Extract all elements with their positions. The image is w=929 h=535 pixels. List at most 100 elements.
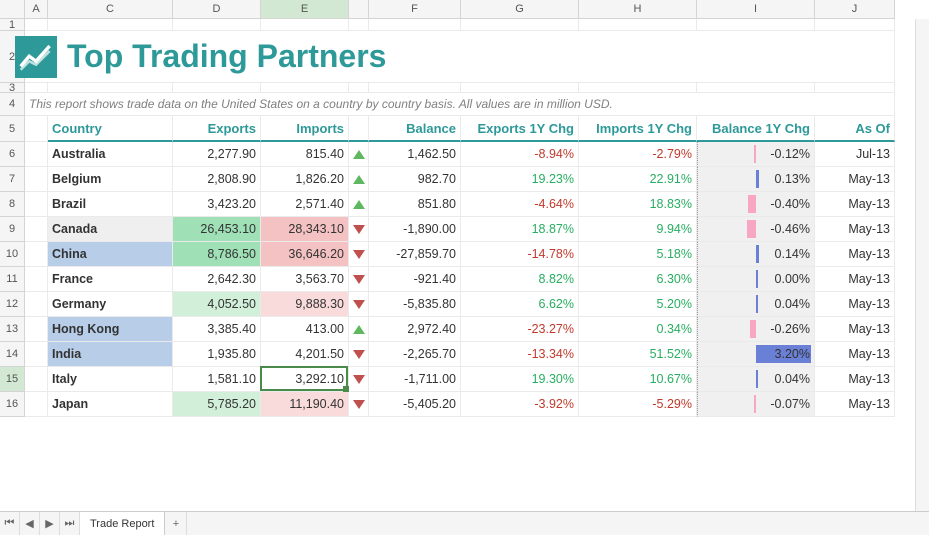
cell-asof[interactable]: May-13 [815, 242, 895, 267]
row-header-1[interactable]: 1 [0, 19, 25, 31]
cell-country[interactable]: India [48, 342, 173, 367]
tab-nav-prev[interactable]: ◀ [20, 512, 40, 535]
cell-direction[interactable] [349, 217, 369, 242]
cell-bal-chg[interactable]: 3.20% [697, 342, 815, 367]
cell-bal-chg[interactable]: -0.46% [697, 217, 815, 242]
cell-exp-chg[interactable]: -8.94% [461, 142, 579, 167]
cell-exp-chg[interactable]: -13.34% [461, 342, 579, 367]
row-header-11[interactable]: 11 [0, 267, 25, 292]
cell-balance[interactable]: 982.70 [369, 167, 461, 192]
cell-asof[interactable]: May-13 [815, 267, 895, 292]
col-header-F[interactable]: F [369, 0, 461, 19]
row-header-16[interactable]: 16 [0, 392, 25, 417]
th-exports[interactable]: Exports [173, 116, 261, 142]
cell[interactable] [48, 83, 173, 93]
row-header-14[interactable]: 14 [0, 342, 25, 367]
cell-asof[interactable]: May-13 [815, 317, 895, 342]
cell-direction[interactable] [349, 167, 369, 192]
row-header-10[interactable]: 10 [0, 242, 25, 267]
cell-balance[interactable]: 2,972.40 [369, 317, 461, 342]
cell-asof[interactable]: May-13 [815, 217, 895, 242]
cell-imp-chg[interactable]: -5.29% [579, 392, 697, 417]
cell-imp-chg[interactable]: 51.52% [579, 342, 697, 367]
cell-balance[interactable]: -2,265.70 [369, 342, 461, 367]
tab-nav-first[interactable]: ⏮ [0, 512, 20, 535]
cell[interactable] [25, 292, 48, 317]
cell-imp-chg[interactable]: 22.91% [579, 167, 697, 192]
cell[interactable] [25, 242, 48, 267]
cell-imp-chg[interactable]: 10.67% [579, 367, 697, 392]
cell-balance[interactable]: -1,890.00 [369, 217, 461, 242]
cell-country[interactable]: Japan [48, 392, 173, 417]
cell-balance[interactable]: 851.80 [369, 192, 461, 217]
cell-exports[interactable]: 2,808.90 [173, 167, 261, 192]
cell-exports[interactable]: 5,785.20 [173, 392, 261, 417]
cell-imp-chg[interactable]: 5.18% [579, 242, 697, 267]
cell-exports[interactable]: 26,453.10 [173, 217, 261, 242]
cell-imports[interactable]: 4,201.50 [261, 342, 349, 367]
row-header-8[interactable]: 8 [0, 192, 25, 217]
cell-bal-chg[interactable]: 0.04% [697, 367, 815, 392]
cell-direction[interactable] [349, 267, 369, 292]
cell-direction[interactable] [349, 317, 369, 342]
th-country[interactable]: Country [48, 116, 173, 142]
cell-direction[interactable] [349, 392, 369, 417]
cell[interactable] [25, 167, 48, 192]
row-header-15[interactable]: 15 [0, 367, 25, 392]
cell-imports[interactable]: 3,292.10 [261, 367, 349, 392]
cell-exports[interactable]: 2,642.30 [173, 267, 261, 292]
tab-nav-next[interactable]: ▶ [40, 512, 60, 535]
cell-balance[interactable]: -27,859.70 [369, 242, 461, 267]
vertical-scrollbar[interactable] [915, 19, 929, 511]
cell-bal-chg[interactable]: 0.04% [697, 292, 815, 317]
cell-country[interactable]: Italy [48, 367, 173, 392]
cell[interactable] [815, 19, 895, 31]
row-header-5[interactable]: 5 [0, 116, 25, 142]
cell-country[interactable]: Hong Kong [48, 317, 173, 342]
cell[interactable] [261, 83, 349, 93]
cell-exp-chg[interactable]: 19.30% [461, 367, 579, 392]
cell-bal-chg[interactable]: -0.26% [697, 317, 815, 342]
cell[interactable] [815, 83, 895, 93]
cell-asof[interactable]: May-13 [815, 292, 895, 317]
cell[interactable] [25, 342, 48, 367]
cell-imports[interactable]: 9,888.30 [261, 292, 349, 317]
cell-bal-chg[interactable]: 0.14% [697, 242, 815, 267]
cell-direction[interactable] [349, 367, 369, 392]
cell[interactable] [369, 83, 461, 93]
cell-imports[interactable]: 815.40 [261, 142, 349, 167]
th-bal-chg[interactable]: Balance 1Y Chg [697, 116, 815, 142]
cell-direction[interactable] [349, 192, 369, 217]
row-header-13[interactable]: 13 [0, 317, 25, 342]
cell-imp-chg[interactable]: 9.94% [579, 217, 697, 242]
cell[interactable] [25, 116, 48, 142]
cell[interactable] [261, 19, 349, 31]
cell-country[interactable]: Germany [48, 292, 173, 317]
cell-balance[interactable]: -1,711.00 [369, 367, 461, 392]
cell[interactable] [25, 392, 48, 417]
subtitle-cell[interactable]: This report shows trade data on the Unit… [25, 93, 895, 116]
cell[interactable] [25, 192, 48, 217]
cell-imports[interactable]: 36,646.20 [261, 242, 349, 267]
cell[interactable] [579, 83, 697, 93]
cell-exports[interactable]: 4,052.50 [173, 292, 261, 317]
cell[interactable] [25, 217, 48, 242]
cell[interactable] [349, 19, 369, 31]
cell-asof[interactable]: May-13 [815, 392, 895, 417]
th-imp-chg[interactable]: Imports 1Y Chg [579, 116, 697, 142]
col-header-H[interactable]: H [579, 0, 697, 19]
cell-exp-chg[interactable]: -3.92% [461, 392, 579, 417]
cell-bal-chg[interactable]: -0.40% [697, 192, 815, 217]
cell-exp-chg[interactable]: 8.82% [461, 267, 579, 292]
title-cell[interactable]: Top Trading Partners [25, 31, 895, 83]
cell-country[interactable]: France [48, 267, 173, 292]
row-header-7[interactable]: 7 [0, 167, 25, 192]
select-all-corner[interactable] [0, 0, 25, 19]
cell-asof[interactable]: May-13 [815, 367, 895, 392]
cell-direction[interactable] [349, 292, 369, 317]
cell-bal-chg[interactable]: 0.13% [697, 167, 815, 192]
th-exp-chg[interactable]: Exports 1Y Chg [461, 116, 579, 142]
cell[interactable] [25, 317, 48, 342]
cell-exports[interactable]: 2,277.90 [173, 142, 261, 167]
cell-direction[interactable] [349, 242, 369, 267]
